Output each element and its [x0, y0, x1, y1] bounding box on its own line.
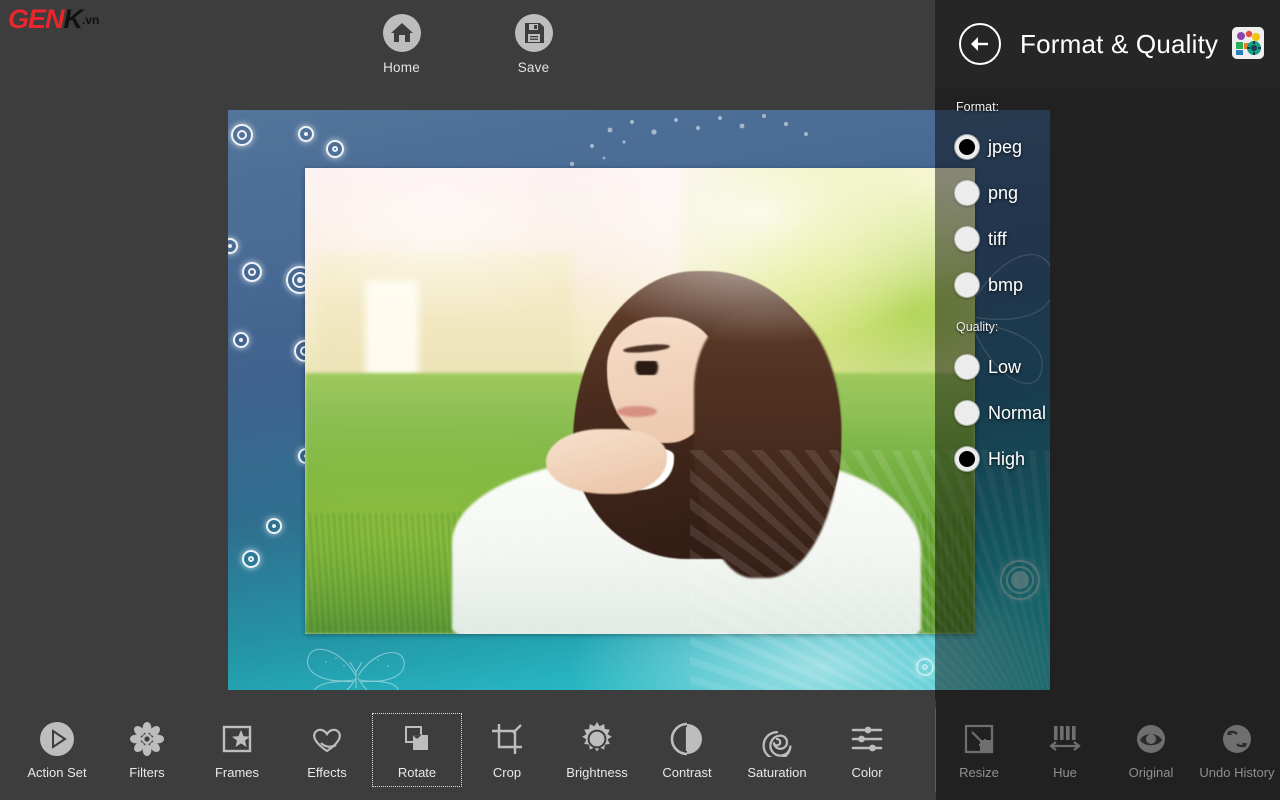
decorative-frame: [228, 110, 1050, 690]
tool-label: Filters: [129, 765, 165, 780]
bubble-decor: [231, 124, 253, 146]
play-circle-icon: [40, 722, 74, 756]
quality-option-normal[interactable]: Normal: [955, 390, 1155, 436]
eye-icon: [1137, 725, 1165, 753]
tool-action-set[interactable]: Action Set: [12, 713, 102, 787]
radio-png[interactable]: [955, 181, 979, 205]
panel-header: Format & Quality: [935, 0, 1280, 88]
quality-label-high: High: [988, 448, 1026, 469]
format-option-tiff[interactable]: tiff: [955, 216, 1155, 262]
save-icon: [514, 14, 553, 52]
tool-frames[interactable]: Frames: [192, 713, 282, 787]
photo-image[interactable]: [305, 168, 975, 634]
tool-undo-history[interactable]: Undo History: [1194, 713, 1280, 787]
home-icon: [382, 14, 421, 52]
radio-normal[interactable]: [955, 401, 979, 425]
crop-icon: [492, 724, 522, 754]
tool-label: Frames: [214, 765, 260, 780]
image-editor-app: GENK.vn Home Save Format & Quality Forma…: [0, 0, 1280, 800]
tool-resize[interactable]: Resize: [936, 713, 1022, 787]
quality-label-normal: Normal: [988, 402, 1047, 423]
butterfly-decor: [307, 648, 405, 690]
options-spacer: [955, 308, 1155, 320]
radio-low[interactable]: [955, 355, 979, 379]
tool-label: Crop: [492, 765, 522, 780]
bubble-decor: [298, 126, 314, 142]
radio-jpeg[interactable]: [955, 135, 979, 159]
tool-brightness[interactable]: Brightness: [552, 713, 642, 787]
spiral-icon: [762, 731, 792, 757]
back-arrow-icon[interactable]: [958, 22, 1002, 66]
photo-subject-hands: [546, 428, 667, 495]
tool-label: Action Set: [27, 765, 87, 780]
quality-label-low: Low: [988, 356, 1022, 377]
tool-label: Contrast: [662, 765, 712, 780]
home-button[interactable]: Home: [357, 13, 447, 75]
tool-effects[interactable]: Effects: [282, 713, 372, 787]
bubble-decor: [326, 140, 344, 158]
tool-label: Saturation: [747, 765, 807, 780]
quality-option-high[interactable]: High: [955, 436, 1155, 482]
bottom-toolbar: Action Set Filters Frames Effects Rotate…: [0, 700, 1280, 800]
app-logo-icon[interactable]: [1232, 27, 1264, 59]
format-option-jpeg[interactable]: jpeg: [955, 124, 1155, 170]
tool-label: Brightness: [566, 765, 628, 780]
hue-icon: [1049, 726, 1081, 751]
tool-label: Resize: [959, 765, 999, 780]
format-option-bmp[interactable]: bmp: [955, 262, 1155, 308]
page-title: Format & Quality: [1020, 28, 1219, 59]
format-label-png: png: [988, 182, 1019, 203]
save-label: Save: [517, 60, 550, 75]
quality-option-low[interactable]: Low: [955, 344, 1155, 390]
home-label: Home: [383, 60, 420, 75]
tool-original[interactable]: Original: [1108, 713, 1194, 787]
bubble-decor: [266, 518, 282, 534]
tool-label: Color: [851, 765, 883, 780]
radio-tiff[interactable]: [955, 227, 979, 251]
contrast-icon: [670, 722, 702, 756]
photo-subject-eye: [629, 361, 667, 376]
format-option-png[interactable]: png: [955, 170, 1155, 216]
bubble-decor: [242, 550, 260, 568]
format-label-tiff: tiff: [988, 228, 1007, 249]
bottom-toolbar-right: Resize Hue Original Undo History: [936, 700, 1280, 800]
image-canvas[interactable]: [228, 110, 1050, 690]
bubble-decor: [233, 332, 249, 348]
tool-color[interactable]: Color: [822, 713, 912, 787]
radio-bmp[interactable]: [955, 273, 979, 297]
sun-icon: [582, 722, 612, 752]
tool-rotate[interactable]: Rotate: [372, 713, 462, 787]
save-button[interactable]: Save: [489, 13, 579, 75]
tool-filters[interactable]: Filters: [102, 713, 192, 787]
format-group-label: Format:: [956, 100, 1000, 114]
format-quality-options: Format: jpeg png tiff bmp Quality: Low N…: [955, 100, 1155, 482]
radio-high[interactable]: [955, 447, 979, 471]
bubble-decor: [916, 658, 934, 676]
heart-icon: [313, 728, 341, 753]
rotate-icon: [405, 726, 428, 750]
flower-icon: [130, 722, 164, 756]
tool-crop[interactable]: Crop: [462, 713, 552, 787]
tool-saturation[interactable]: Saturation: [732, 713, 822, 787]
bubble-decor: [228, 238, 238, 254]
tool-label: Hue: [1053, 765, 1077, 780]
tool-label: Effects: [307, 765, 347, 780]
tool-contrast[interactable]: Contrast: [642, 713, 732, 787]
top-toolbar: Home Save: [0, 0, 935, 88]
format-label-jpeg: jpeg: [988, 136, 1023, 157]
tool-label: Undo History: [1199, 765, 1275, 780]
bottom-toolbar-left: Action Set Filters Frames Effects Rotate…: [0, 713, 912, 787]
undo-history-icon: [1223, 725, 1251, 753]
frame-star-icon: [222, 725, 252, 753]
tool-label: Original: [1128, 765, 1174, 780]
tool-hue[interactable]: Hue: [1022, 713, 1108, 787]
format-label-bmp: bmp: [988, 274, 1024, 295]
quality-group-label: Quality:: [956, 320, 999, 334]
resize-icon: [964, 724, 994, 754]
photo-subject-lips: [616, 405, 657, 417]
bubble-decor: [242, 262, 262, 282]
sliders-icon: [851, 726, 883, 752]
tool-label: Rotate: [397, 765, 437, 780]
